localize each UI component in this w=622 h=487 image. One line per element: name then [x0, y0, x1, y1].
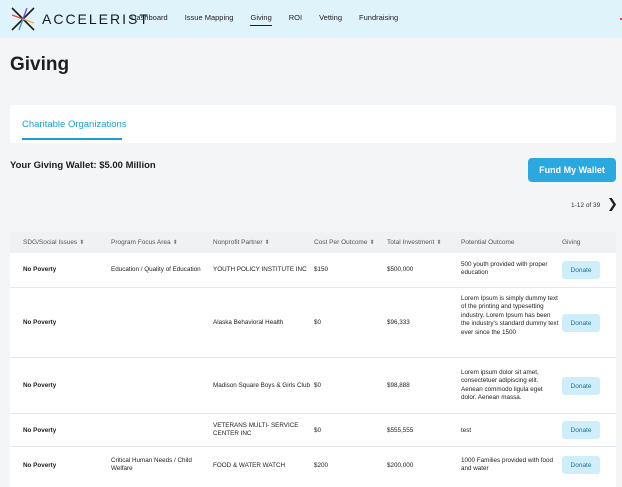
nav-issue-mapping[interactable]: Issue Mapping [185, 13, 234, 26]
cell-sdg: No Poverty [23, 462, 57, 469]
donate-button[interactable]: Donate [562, 377, 600, 395]
column-header-sdg[interactable]: SDG/Social Issues ⬍ [23, 239, 84, 246]
column-header-giving: Giving [562, 239, 581, 246]
nav-vetting[interactable]: Vetting [319, 13, 342, 26]
cell-cost: $0 [314, 382, 322, 389]
cell-total: $555,555 [387, 427, 414, 434]
column-header-total[interactable]: Total Investment ⬍ [387, 239, 441, 246]
cell-partner[interactable]: FOOD & WATER WATCH [213, 462, 311, 470]
cell-cost: $0 [314, 427, 322, 434]
cell-total: $98,888 [387, 382, 410, 389]
column-header-outcome: Potential Outcome [461, 239, 515, 246]
cell-partner[interactable]: Madison Square Boys & Girls Club [213, 382, 311, 390]
cell-sdg: No Poverty [23, 319, 57, 326]
cell-focus: Education / Quality of Education [111, 266, 201, 273]
cell-sdg: No Poverty [23, 382, 57, 389]
tab-charitable-organizations[interactable]: Charitable Organizations [22, 119, 127, 130]
next-page-chevron-icon[interactable]: ❯ [607, 197, 618, 211]
cell-sdg: No Poverty [23, 266, 57, 273]
page-title: Giving [10, 54, 70, 75]
donate-button[interactable]: Donate [562, 261, 600, 279]
nav-fundraising[interactable]: Fundraising [359, 13, 398, 26]
cell-cost: $0 [314, 319, 322, 326]
cell-partner[interactable]: Alaska Behavioral Health [213, 319, 311, 327]
sort-icon[interactable]: ⬍ [265, 240, 270, 246]
fund-my-wallet-button[interactable]: Fund My Wallet [528, 158, 616, 182]
table-row: No Poverty Education / Quality of Educat… [10, 253, 616, 288]
organizations-table: SDG/Social Issues ⬍ Program Focus Area ⬍ N… [10, 232, 616, 487]
cell-partner[interactable]: VETERANS MULTI- SERVICE CENTER INC [213, 422, 303, 439]
cell-total: $96,333 [387, 319, 410, 326]
nav-dashboard[interactable]: Dashboard [131, 13, 168, 26]
table-header: SDG/Social Issues ⬍ Program Focus Area ⬍ N… [10, 232, 616, 253]
cell-outcome: Lorem Ipsum is simply dummy text of the … [461, 295, 559, 336]
cell-focus: Critical Human Needs / Child Welfare [111, 457, 192, 473]
top-navigation-bar: ACCELERIST Dashboard Issue Mapping Givin… [0, 0, 622, 38]
donate-button[interactable]: Donate [562, 314, 600, 332]
giving-wallet-balance: Your Giving Wallet: $5.00 Million [10, 160, 156, 171]
column-header-cost[interactable]: Cost Per Outcome ⬍ [314, 239, 375, 246]
cell-outcome: test [461, 427, 472, 434]
cell-partner[interactable]: YOUTH POLICY INSTITUTE INC [213, 266, 311, 274]
column-header-focus[interactable]: Program Focus Area ⬍ [111, 239, 178, 246]
pagination-range: 1-12 of 39 [571, 202, 601, 209]
column-header-partner[interactable]: Nonprofit Partner ⬍ [213, 239, 270, 246]
tabs-card: Charitable Organizations [10, 105, 616, 143]
sort-icon[interactable]: ⬍ [79, 240, 84, 246]
cell-sdg: No Poverty [23, 427, 57, 434]
cell-outcome: 500 youth provided with proper education [461, 261, 548, 277]
table-row: No Poverty Alaska Behavioral Health $0 $… [10, 288, 616, 358]
sort-icon[interactable]: ⬍ [369, 240, 374, 246]
cell-cost: $200 [314, 462, 329, 469]
cell-outcome: 1000 Families provided with food and wat… [461, 457, 554, 473]
sort-icon[interactable]: ⬍ [173, 240, 178, 246]
table-row: No Poverty Critical Human Needs / Child … [10, 447, 616, 487]
nav-giving[interactable]: Giving [250, 13, 272, 26]
donate-button[interactable]: Donate [562, 421, 600, 439]
donate-button[interactable]: Donate [562, 456, 600, 474]
sort-icon[interactable]: ⬍ [436, 240, 441, 246]
main-nav: Dashboard Issue Mapping Giving ROI Vetti… [131, 13, 415, 26]
cell-total: $500,000 [387, 266, 414, 273]
table-row: No Poverty Madison Square Boys & Girls C… [10, 358, 616, 414]
cell-outcome: Lorem ipsum dolor sit amet, consectetuer… [461, 369, 543, 402]
nav-roi[interactable]: ROI [289, 13, 302, 26]
cell-total: $200,000 [387, 462, 414, 469]
cell-cost: $150 [314, 266, 329, 273]
accelerist-logo-icon[interactable] [10, 6, 36, 32]
active-tab-indicator [22, 138, 122, 140]
table-row: No Poverty VETERANS MULTI- SERVICE CENTE… [10, 414, 616, 447]
